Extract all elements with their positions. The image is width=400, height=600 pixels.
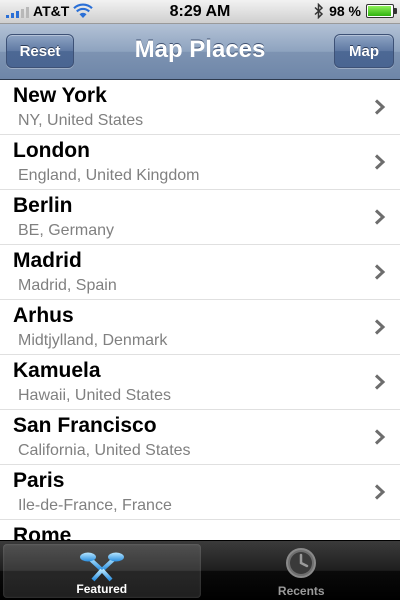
- list-item-kamuela[interactable]: Kamuela Hawaii, United States: [0, 355, 400, 410]
- featured-icon: [79, 552, 124, 582]
- places-list[interactable]: New York NY, United States London Englan…: [0, 80, 400, 540]
- list-item-arhus[interactable]: Arhus Midtjylland, Denmark: [0, 300, 400, 355]
- place-region: Hawaii, United States: [18, 387, 171, 404]
- tab-label-recents: Recents: [277, 584, 325, 598]
- tab-bar: Featured Recents: [0, 540, 400, 600]
- tab-label-featured: Featured: [76, 582, 128, 596]
- tab-featured[interactable]: Featured: [3, 544, 201, 598]
- chevron-right-icon: [374, 319, 386, 335]
- place-region: Madrid, Spain: [18, 277, 117, 294]
- chevron-right-icon: [374, 484, 386, 500]
- place-name: Madrid: [13, 249, 82, 272]
- list-item-new-york[interactable]: New York NY, United States: [0, 80, 400, 135]
- list-item-london[interactable]: London England, United Kingdom: [0, 135, 400, 190]
- list-item-rome[interactable]: Rome: [0, 520, 400, 540]
- place-name: Rome: [13, 524, 72, 540]
- place-name: London: [13, 139, 90, 162]
- iphone-screen: AT&T 8:29 AM 98 % Reset Map Places Map N…: [0, 0, 400, 600]
- chevron-right-icon: [374, 429, 386, 445]
- chevron-right-icon: [374, 374, 386, 390]
- place-name: New York: [13, 84, 107, 107]
- chevron-right-icon: [374, 154, 386, 170]
- navigation-bar: Reset Map Places Map: [0, 24, 400, 80]
- list-item-madrid[interactable]: Madrid Madrid, Spain: [0, 245, 400, 300]
- map-button[interactable]: Map: [334, 34, 394, 68]
- list-item-san-francisco[interactable]: San Francisco California, United States: [0, 410, 400, 465]
- place-region: Ile-de-France, France: [18, 497, 172, 514]
- status-bar: AT&T 8:29 AM 98 %: [0, 0, 400, 24]
- place-region: California, United States: [18, 442, 191, 459]
- clock-icon: [286, 548, 317, 578]
- place-region: Midtjylland, Denmark: [18, 332, 168, 349]
- place-name: Paris: [13, 469, 65, 492]
- place-region: NY, United States: [18, 112, 144, 129]
- battery-fill: [368, 6, 392, 16]
- battery-icon: [366, 4, 397, 18]
- place-region: BE, Germany: [18, 222, 115, 239]
- tab-recents[interactable]: Recents: [203, 541, 400, 600]
- bluetooth-icon: [314, 3, 324, 19]
- battery-percent: 98 %: [329, 3, 361, 19]
- chevron-right-icon: [374, 99, 386, 115]
- list-item-paris[interactable]: Paris Ile-de-France, France: [0, 465, 400, 520]
- list-item-berlin[interactable]: Berlin BE, Germany: [0, 190, 400, 245]
- status-right: 98 %: [314, 3, 397, 19]
- place-name: Berlin: [13, 194, 73, 217]
- place-name: Arhus: [13, 304, 74, 327]
- place-name: Kamuela: [13, 359, 101, 382]
- chevron-right-icon: [374, 209, 386, 225]
- place-name: San Francisco: [13, 414, 157, 437]
- chevron-right-icon: [374, 264, 386, 280]
- place-region: England, United Kingdom: [18, 167, 200, 184]
